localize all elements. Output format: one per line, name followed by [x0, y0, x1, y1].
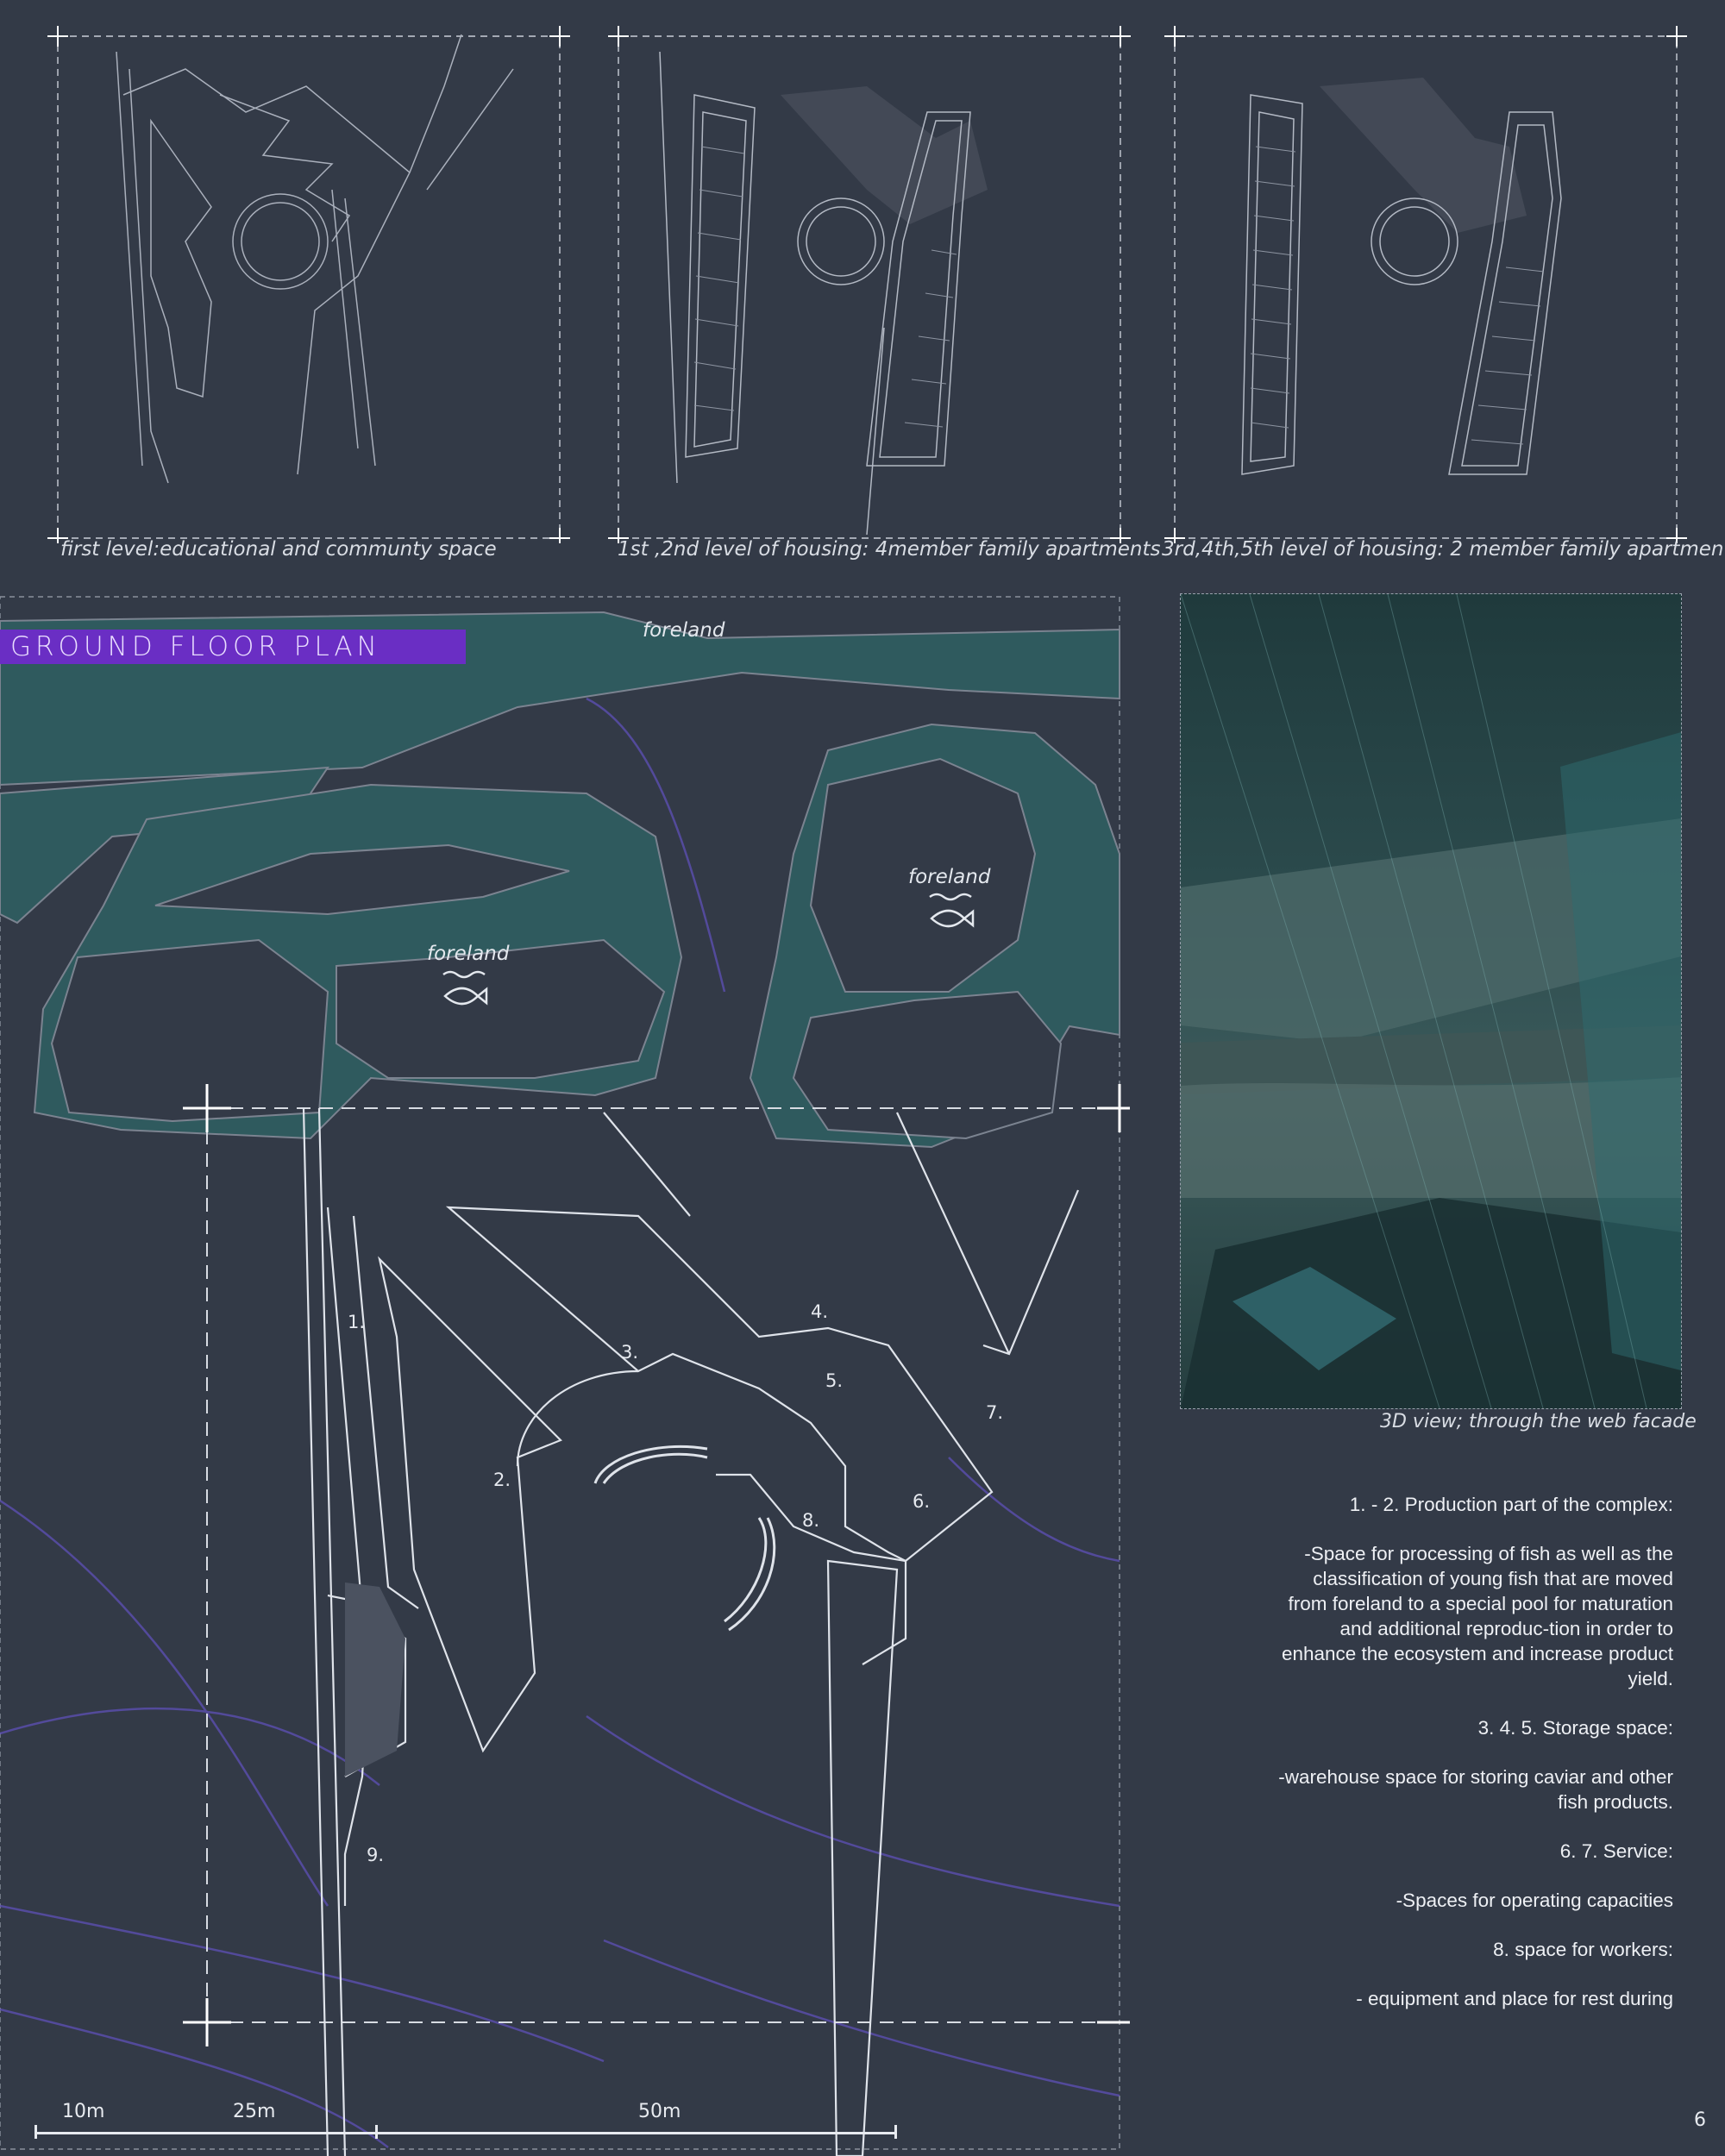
caption-housing-3-5: 3rd,4th,5th level of housing: 2 member f…	[1162, 538, 1725, 561]
note-production-text: -Space for processing of fish as well as…	[1281, 1543, 1673, 1689]
scale-bar: 10m 25m 50m	[34, 2101, 906, 2144]
room-number-1: 1.	[348, 1312, 365, 1332]
foreland-label-left: foreland	[427, 943, 510, 965]
scale-label-50m: 50m	[638, 2101, 681, 2122]
note-workers-text: - equipment and place for rest during	[1356, 1988, 1673, 2009]
plan-housing-1-2	[608, 17, 1134, 543]
scale-label-25m: 25m	[233, 2101, 276, 2122]
foreland-label-top: foreland	[643, 619, 725, 642]
caption-housing-1-2: 1st ,2nd level of housing: 4member famil…	[618, 538, 1161, 561]
ground-floor-title: GROUND FLOOR PLAN	[0, 630, 466, 664]
scale-line	[34, 2132, 897, 2134]
note-service-title: 6. 7. Service:	[1559, 1840, 1673, 1862]
plan-housing-3-5	[1164, 17, 1690, 543]
scale-tick	[34, 2125, 37, 2139]
note-production-title: 1. - 2. Production part of the complex:	[1349, 1494, 1673, 1515]
render-caption: 3D view; through the web facade	[1380, 1411, 1697, 1432]
plan-first-level	[47, 17, 574, 543]
room-number-3: 3.	[621, 1342, 638, 1363]
caption-first-level: first level:educational and communty spa…	[60, 538, 497, 561]
room-number-7: 7.	[986, 1402, 1003, 1423]
note-service-text: -Spaces for operating capacities	[1396, 1890, 1673, 1911]
note-workers-title: 8. space for workers:	[1493, 1939, 1673, 1960]
room-number-9: 9.	[367, 1845, 384, 1865]
scale-tick	[894, 2125, 897, 2139]
note-storage-title: 3. 4. 5. Storage space:	[1477, 1717, 1673, 1739]
room-number-2: 2.	[493, 1470, 511, 1490]
legend-notes: 1. - 2. Production part of the complex: …	[1276, 1492, 1673, 2035]
room-number-4: 4.	[811, 1301, 828, 1322]
render-3d-view	[1180, 593, 1682, 1409]
room-number-5: 5.	[825, 1370, 843, 1391]
room-number-6: 6.	[913, 1491, 930, 1512]
room-number-8: 8.	[802, 1510, 819, 1531]
page-number: 6	[1694, 2109, 1706, 2131]
foreland-label-right: foreland	[908, 866, 991, 888]
ground-floor-plan: 1. 2. 3. 4. 5. 6. 7. 8. 9. foreland fore…	[0, 595, 1130, 2156]
note-storage-text: -warehouse space for storing caviar and …	[1278, 1766, 1673, 1813]
scale-tick	[375, 2125, 378, 2139]
scale-label-10m: 10m	[62, 2101, 105, 2122]
